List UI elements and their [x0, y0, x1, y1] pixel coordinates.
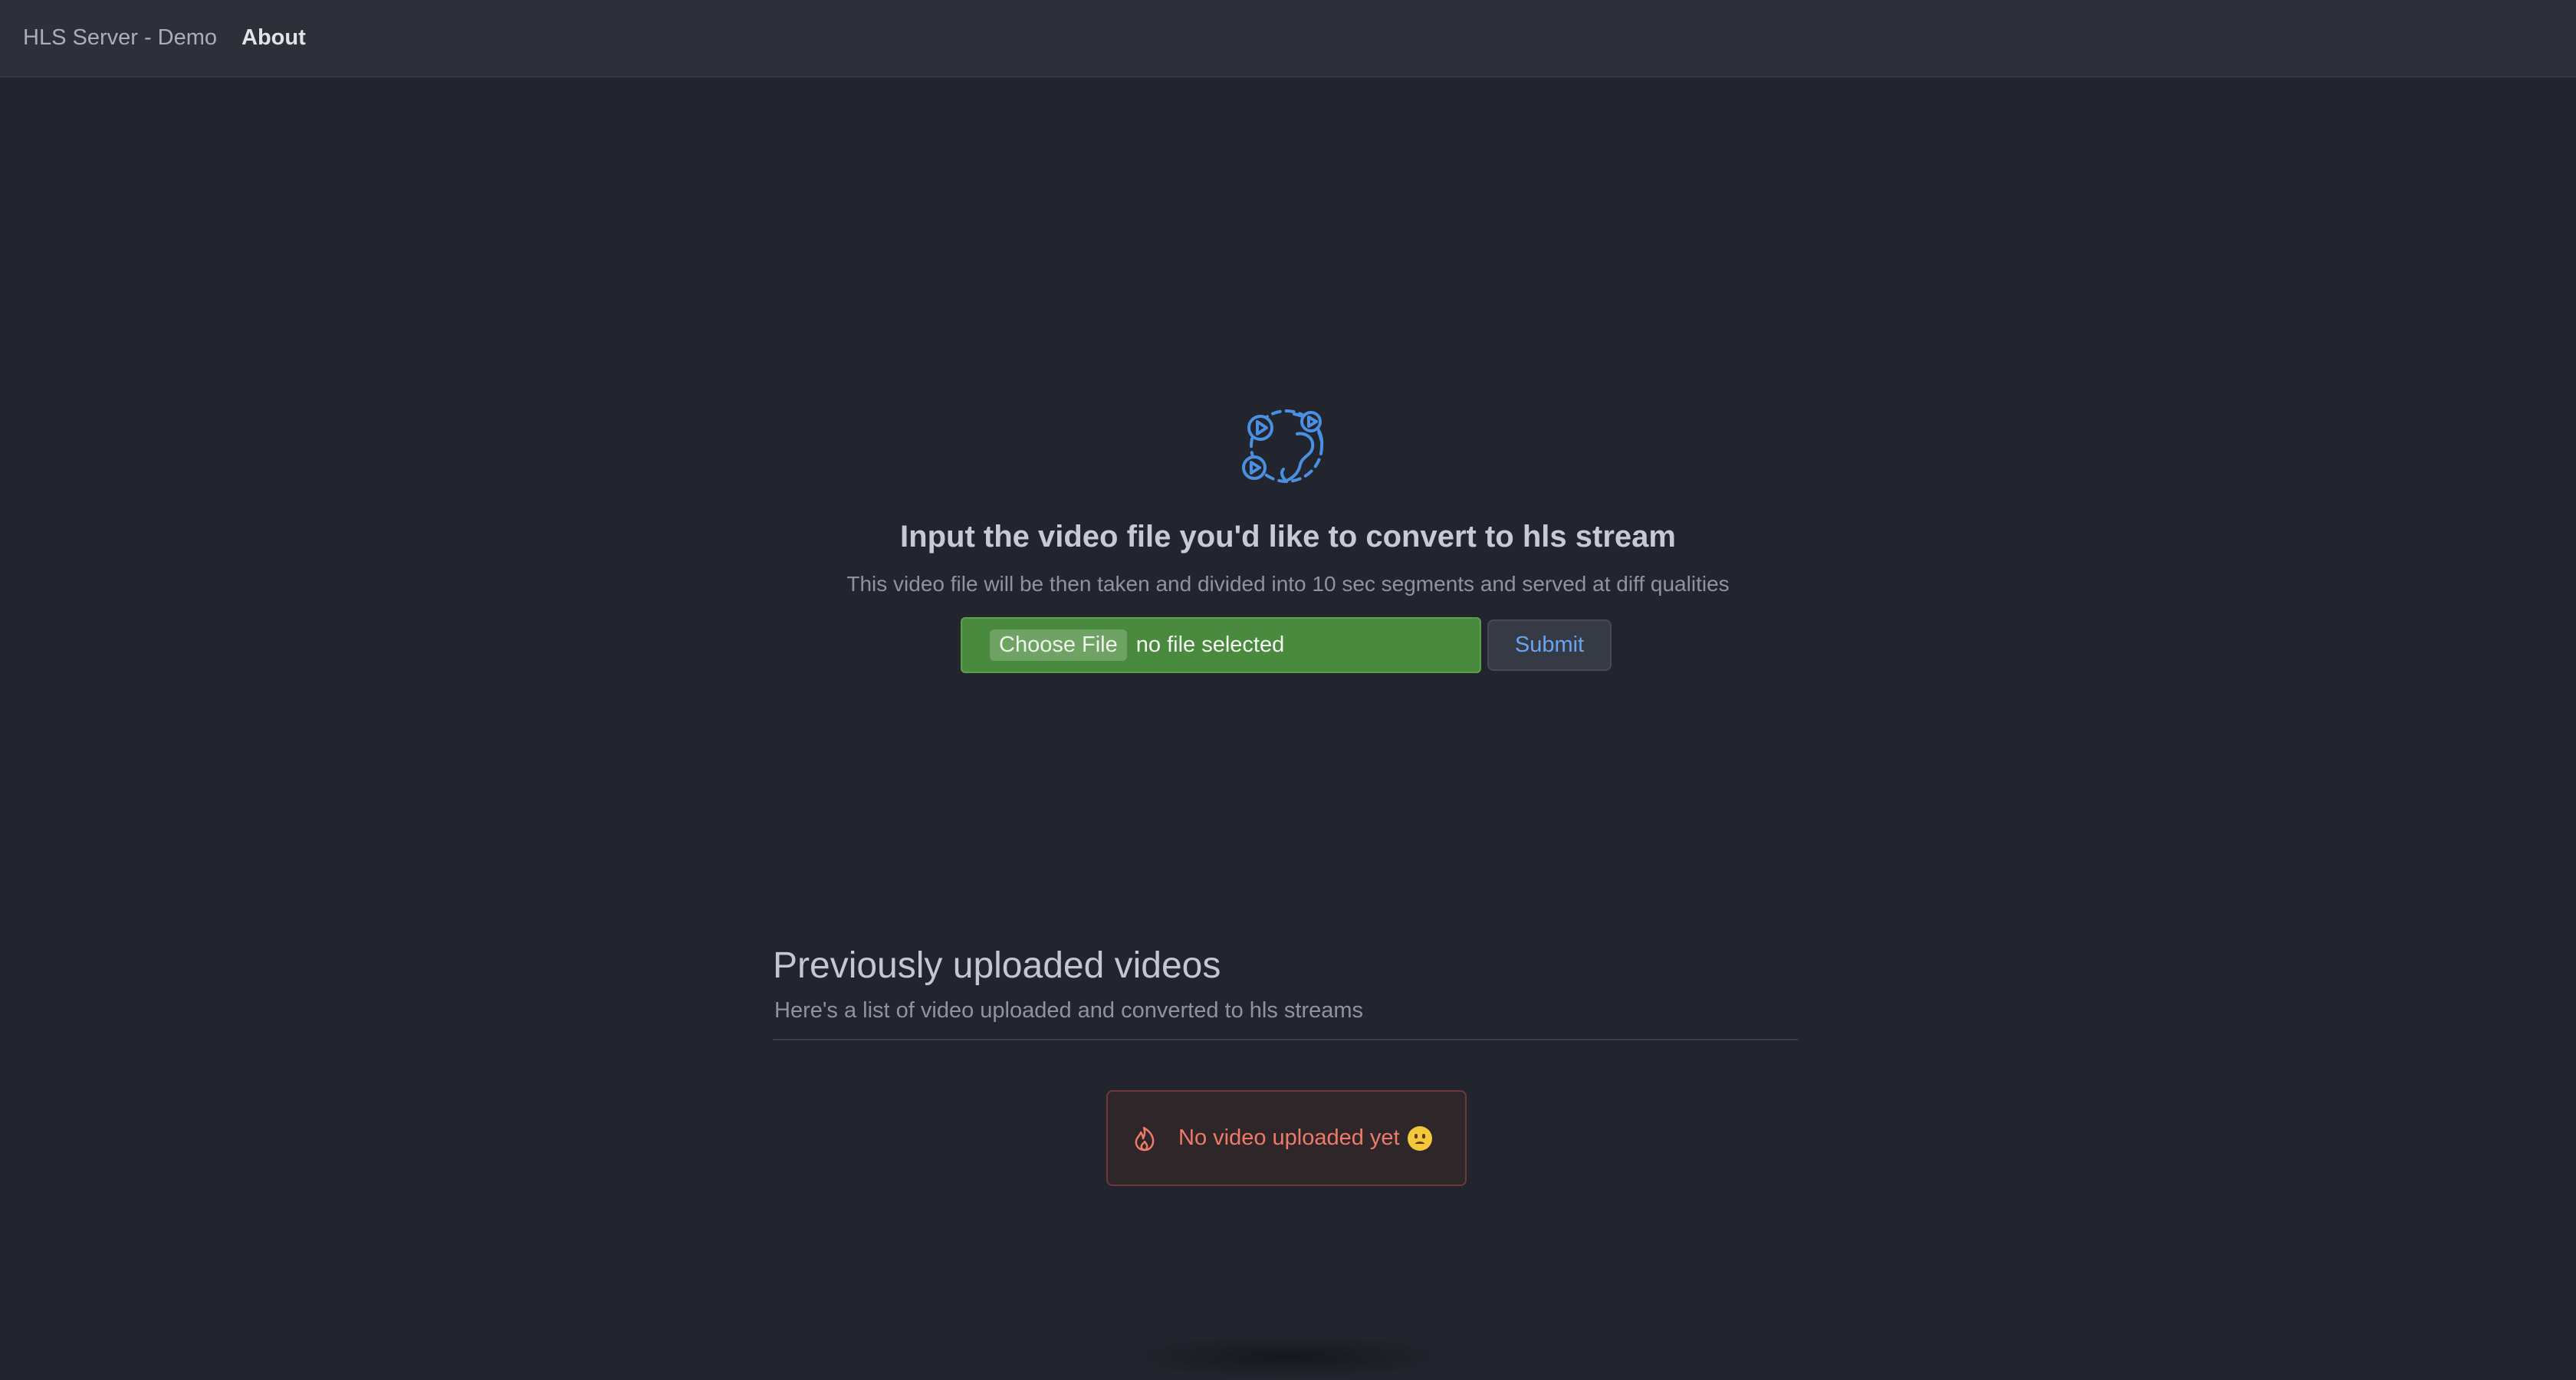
submit-button[interactable]: Submit	[1487, 619, 1612, 671]
sad-face-emoji	[1407, 1125, 1432, 1151]
upload-heading: Input the video file you'd like to conve…	[900, 520, 1676, 554]
empty-videos-message: No video uploaded yet	[1178, 1125, 1400, 1150]
empty-videos-alert: No video uploaded yet	[1106, 1090, 1467, 1186]
file-status-text: no file selected	[1135, 632, 1285, 657]
nav-about-link[interactable]: About	[242, 25, 306, 51]
brand-link[interactable]: HLS Server - Demo	[23, 25, 217, 51]
videos-section-title: Previously uploaded videos	[773, 945, 1221, 986]
choose-file-button[interactable]: Choose File	[990, 629, 1127, 661]
flame-icon	[1135, 1126, 1155, 1151]
file-input[interactable]: Choose File no file selected	[961, 617, 1481, 673]
videos-section-subtitle: Here's a list of video uploaded and conv…	[774, 998, 1364, 1023]
upload-description: This video file will be then taken and d…	[846, 572, 1730, 596]
navbar: HLS Server - Demo About	[0, 0, 2576, 77]
section-divider	[773, 1039, 1798, 1040]
globe-video-icon	[1242, 409, 1324, 483]
bottom-shadow	[1119, 1334, 1457, 1380]
